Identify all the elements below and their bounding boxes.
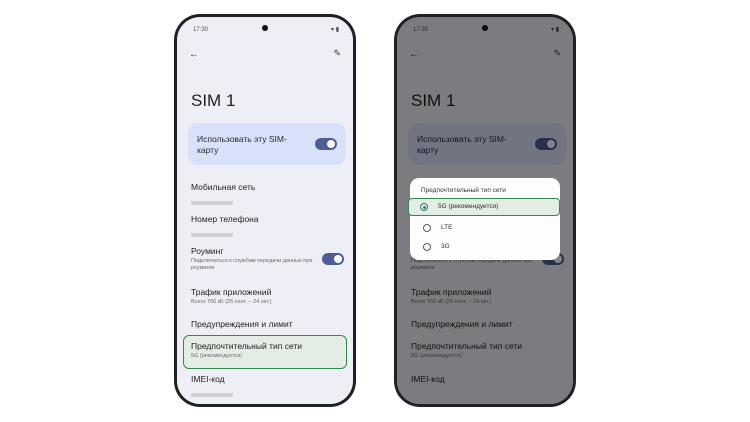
setting-app-traffic[interactable]: Трафик приложений Всего 766 кБ (25 сент.… bbox=[191, 287, 341, 306]
option-5g[interactable]: 5G (рекомендуется) bbox=[408, 198, 560, 216]
setting-roaming[interactable]: Роуминг Подключаться к службам передачи … bbox=[191, 246, 315, 272]
redacted-value bbox=[191, 233, 233, 237]
use-sim-toggle[interactable] bbox=[315, 138, 337, 150]
use-sim-label: Использовать эту SIM-карту bbox=[197, 134, 287, 155]
setting-title: Трафик приложений bbox=[191, 287, 272, 297]
setting-title: Мобильная сеть bbox=[191, 182, 256, 192]
use-sim-card[interactable]: Использовать эту SIM-карту bbox=[188, 123, 346, 165]
camera-hole bbox=[262, 25, 268, 31]
radio-unselected-icon bbox=[423, 224, 431, 232]
setting-subtitle: Всего 766 кБ (25 сент. – 24 окт.) bbox=[191, 299, 272, 305]
option-lte[interactable]: LTE bbox=[414, 219, 556, 237]
setting-title: Предупреждения и лимит bbox=[191, 319, 293, 329]
phone-right: 17:30 ▾ ▮ ← ✎ SIM 1 Использовать эту SIM… bbox=[394, 14, 576, 407]
setting-mobile-network[interactable]: Мобильная сеть bbox=[191, 182, 341, 210]
setting-imei[interactable]: IMEI-код bbox=[191, 374, 341, 402]
option-label: 3G bbox=[441, 243, 450, 250]
radio-unselected-icon bbox=[423, 243, 431, 251]
status-time: 17:30 bbox=[193, 27, 209, 33]
setting-subtitle: Подключаться к службам передачи данных п… bbox=[191, 258, 313, 271]
option-label: 5G (рекомендуется) bbox=[438, 203, 499, 210]
setting-warnings-limit[interactable]: Предупреждения и лимит bbox=[191, 319, 341, 329]
status-icons: ▾ ▮ bbox=[331, 27, 339, 33]
redacted-value bbox=[191, 393, 233, 397]
setting-title: IMEI-код bbox=[191, 374, 225, 384]
network-type-dialog: Предпочтительный тип сети 5G (рекомендуе… bbox=[408, 178, 560, 260]
setting-title: Роуминг bbox=[191, 246, 224, 256]
pencil-icon[interactable]: ✎ bbox=[333, 48, 341, 59]
setting-title: Номер телефона bbox=[191, 214, 259, 224]
setting-preferred-network[interactable]: Предпочтительный тип сети 5G (рекомендуе… bbox=[191, 341, 341, 360]
option-3g[interactable]: 3G bbox=[414, 238, 556, 256]
phone-left: 17:30 ▾ ▮ ← ✎ SIM 1 Использовать эту SIM… bbox=[174, 14, 356, 407]
radio-selected-icon bbox=[420, 203, 428, 211]
roaming-toggle[interactable] bbox=[322, 253, 344, 265]
page-title: SIM 1 bbox=[191, 91, 236, 110]
setting-subtitle: 5G (рекомендуется) bbox=[191, 353, 243, 359]
setting-title: Предпочтительный тип сети bbox=[191, 341, 303, 351]
option-label: LTE bbox=[441, 224, 453, 231]
screen-left: 17:30 ▾ ▮ ← ✎ SIM 1 Использовать эту SIM… bbox=[177, 17, 353, 404]
setting-phone-number[interactable]: Номер телефона bbox=[191, 214, 341, 242]
screen-right: 17:30 ▾ ▮ ← ✎ SIM 1 Использовать эту SIM… bbox=[397, 17, 573, 404]
dialog-title: Предпочтительный тип сети bbox=[421, 187, 506, 194]
back-arrow-icon[interactable]: ← bbox=[189, 49, 199, 60]
redacted-value bbox=[191, 201, 233, 205]
